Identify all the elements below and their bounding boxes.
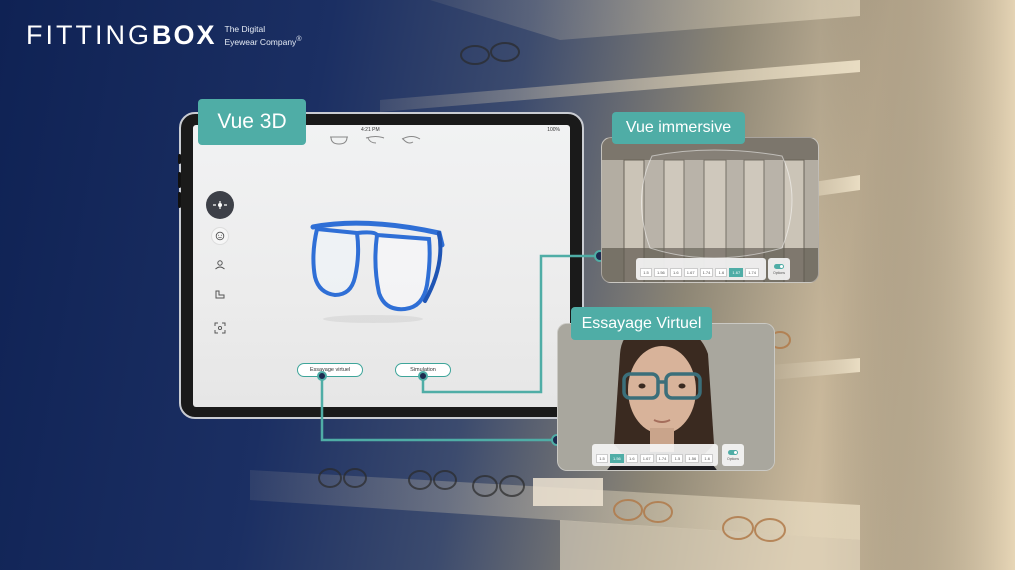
logo-wordmark: FITTINGBOX: [26, 20, 217, 51]
simulation-button[interactable]: Simulation: [395, 363, 451, 377]
immersive-control-bar: 1.5 1.56 1.6 1.67 1.74 1.6 1.67 1.74: [636, 258, 766, 280]
toggle-switch-icon: [728, 449, 738, 455]
imm-btn-5[interactable]: 1.6: [715, 268, 728, 277]
tryon-toggle-label: Options: [726, 456, 740, 461]
imm-btn-0[interactable]: 1.5: [640, 268, 652, 277]
virtual-tryon-card[interactable]: 1.5 1.56 1.6 1.67 1.74 1.5 1.56 1.6 Opti…: [557, 323, 775, 471]
vue-3d-badge: Vue 3D: [198, 99, 306, 145]
try-btn-3[interactable]: 1.67: [639, 454, 654, 463]
try-btn-6[interactable]: 1.56: [685, 454, 700, 463]
imm-btn-7[interactable]: 1.74: [745, 268, 759, 277]
fittingbox-logo: FITTINGBOX The Digital Eyewear Company®: [26, 20, 302, 51]
tryon-control-bar: 1.5 1.56 1.6 1.67 1.74 1.5 1.56 1.6: [592, 444, 718, 466]
imm-btn-1[interactable]: 1.56: [654, 268, 668, 277]
tablet-side-button: [178, 154, 181, 164]
try-btn-4[interactable]: 1.74: [655, 454, 670, 463]
tagline-line-2: Eyewear Company: [224, 36, 297, 47]
face-icon[interactable]: [211, 227, 229, 245]
imm-btn-4[interactable]: 1.74: [699, 268, 714, 277]
status-battery: 100%: [547, 127, 560, 133]
status-time: 4:21 PM: [361, 127, 380, 133]
view-thumbnails: [328, 134, 422, 146]
tool-sidebar: [206, 191, 234, 348]
tablet-volume-down: [178, 192, 181, 208]
immersive-toggle-label: Options: [772, 270, 786, 275]
essayage-virtuel-badge: Essayage Virtuel: [571, 307, 712, 340]
front-view-thumbnail[interactable]: [328, 134, 350, 146]
imm-btn-3[interactable]: 1.67: [683, 268, 698, 277]
tablet-screen: 4:21 PM 100% Essayage virtuel Simulation: [193, 125, 570, 407]
imm-btn-6[interactable]: 1.67: [729, 268, 744, 277]
scan-frame-icon[interactable]: [211, 319, 229, 337]
try-btn-0[interactable]: 1.5: [596, 454, 608, 463]
rotate-360-icon[interactable]: [206, 191, 234, 219]
essayage-virtuel-button[interactable]: Essayage virtuel: [297, 363, 363, 377]
try-btn-5[interactable]: 1.5: [671, 454, 684, 463]
logo-bold-text: BOX: [151, 20, 217, 50]
immersive-view-card[interactable]: 1.5 1.56 1.6 1.67 1.74 1.6 1.67 1.74 Opt…: [601, 137, 819, 283]
immersive-options-toggle[interactable]: Options: [768, 258, 790, 280]
logo-light-text: FITTING: [26, 20, 152, 50]
tablet-device: 4:21 PM 100% Essayage virtuel Simulation: [178, 112, 584, 419]
angle-view-thumbnail[interactable]: [400, 134, 422, 146]
try-btn-7[interactable]: 1.6: [701, 454, 714, 463]
imm-btn-2[interactable]: 1.6: [669, 268, 682, 277]
side-view-thumbnail[interactable]: [364, 134, 386, 146]
vue-immersive-badge: Vue immersive: [612, 112, 745, 144]
lens-icon[interactable]: [211, 285, 229, 303]
toggle-switch-icon: [774, 263, 784, 269]
logo-tagline: The Digital Eyewear Company®: [225, 24, 302, 47]
tryon-options-toggle[interactable]: Options: [722, 444, 744, 466]
tagline-line-1: The Digital: [224, 24, 266, 35]
tablet-volume-up: [178, 172, 181, 188]
try-btn-2[interactable]: 1.6: [625, 454, 638, 463]
registered-mark: ®: [296, 35, 302, 44]
try-btn-1[interactable]: 1.56: [610, 454, 624, 463]
user-location-icon[interactable]: [211, 256, 229, 274]
glasses-3d-model[interactable]: [305, 215, 445, 325]
